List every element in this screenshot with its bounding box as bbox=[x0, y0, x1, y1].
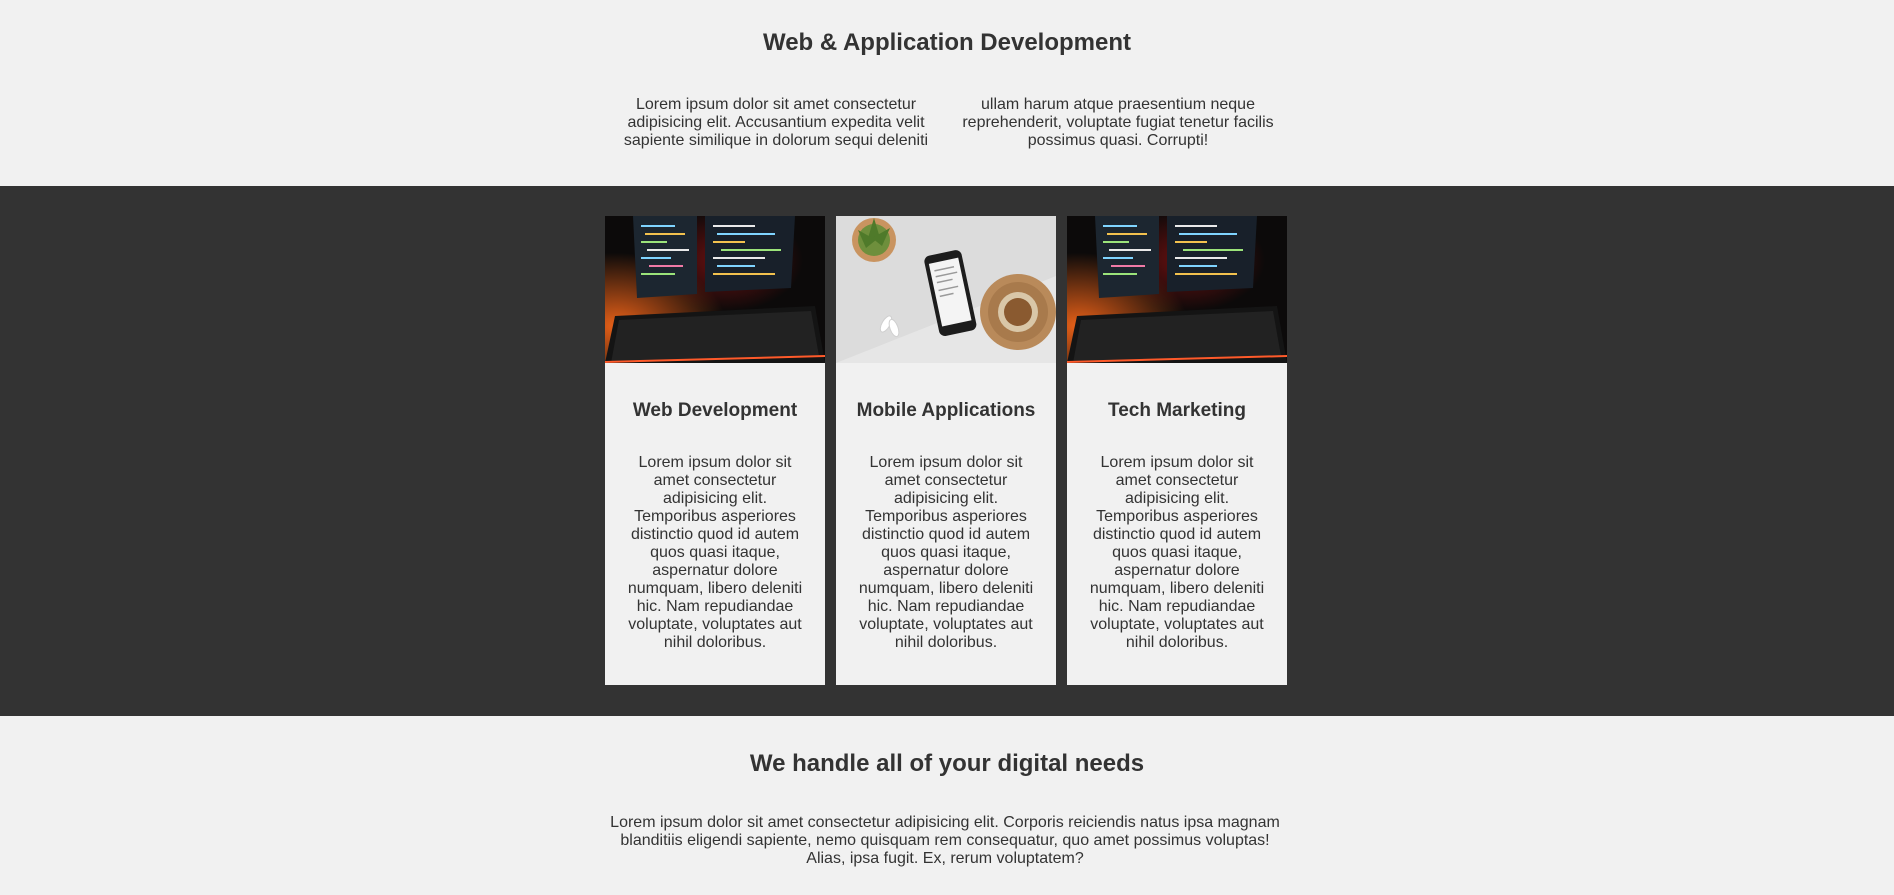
card-text: Lorem ipsum dolor sit amet consectetur a… bbox=[858, 454, 1034, 651]
service-cards: Web Development Lorem ipsum dolor sit am… bbox=[605, 216, 1287, 685]
card-text: Lorem ipsum dolor sit amet consectetur a… bbox=[627, 454, 803, 651]
laptop-code-image bbox=[605, 216, 825, 363]
service-card-tech-marketing: Tech Marketing Lorem ipsum dolor sit ame… bbox=[1067, 216, 1287, 685]
card-text: Lorem ipsum dolor sit amet consectetur a… bbox=[1089, 454, 1265, 651]
outro-paragraph: Lorem ipsum dolor sit amet consectetur a… bbox=[610, 814, 1280, 867]
smartphone-desk-image bbox=[836, 216, 1056, 363]
services-section: Web Development Lorem ipsum dolor sit am… bbox=[0, 186, 1894, 716]
intro-paragraph: Lorem ipsum dolor sit amet consectetur a… bbox=[623, 96, 1274, 149]
intro-text: Lorem ipsum dolor sit amet consectetur a… bbox=[615, 96, 1279, 150]
service-card-web-development: Web Development Lorem ipsum dolor sit am… bbox=[605, 216, 825, 685]
outro-title: We handle all of your digital needs bbox=[749, 750, 1145, 777]
intro-section: Web & Application Development Lorem ipsu… bbox=[0, 0, 1894, 186]
laptop-code-image bbox=[1067, 216, 1287, 363]
outro-section: We handle all of your digital needs Lore… bbox=[0, 716, 1894, 895]
service-card-mobile-applications: Mobile Applications Lorem ipsum dolor si… bbox=[836, 216, 1056, 685]
card-title: Web Development bbox=[632, 400, 798, 421]
card-title: Tech Marketing bbox=[1108, 400, 1246, 421]
intro-title: Web & Application Development bbox=[762, 29, 1132, 56]
card-title: Mobile Applications bbox=[856, 400, 1036, 421]
